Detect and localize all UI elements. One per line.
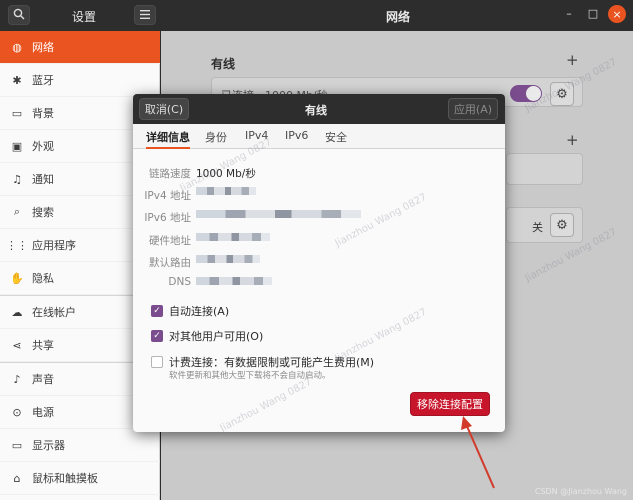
- tab-ipv4[interactable]: IPv4: [245, 129, 268, 149]
- auto-connect-checkbox[interactable]: ✓ 自动连接(A): [151, 303, 229, 319]
- mouse-icon: ⌂: [13, 471, 21, 485]
- title-bar: 设置 网络 – □ ×: [0, 0, 633, 31]
- dns-label: DNS: [168, 276, 191, 288]
- add-vpn-plus-icon[interactable]: +: [566, 131, 579, 149]
- checkbox-label: 对其他用户可用(O): [169, 330, 264, 343]
- music-note-icon: ♪: [13, 372, 21, 386]
- dialog-header: 取消(C) 有线 应用(A): [133, 94, 505, 124]
- sidebar-item-label: 应用程序: [32, 239, 76, 252]
- sidebar-item-label: 在线帐户: [32, 306, 76, 319]
- proxy-status: 关: [532, 221, 543, 234]
- minimize-button[interactable]: –: [562, 7, 576, 20]
- display-icon: ▭: [11, 438, 23, 452]
- tab-ipv6[interactable]: IPv6: [285, 129, 308, 149]
- wired-section-title: 有线: [211, 57, 236, 71]
- sidebar-item-label: 通知: [32, 173, 54, 186]
- proxy-settings-button[interactable]: ⚙: [550, 213, 574, 237]
- cancel-button[interactable]: 取消(C): [139, 98, 189, 120]
- menu-button[interactable]: [134, 5, 156, 25]
- tab-security[interactable]: 安全: [325, 129, 347, 149]
- toggle-knob: [526, 86, 541, 101]
- bell-icon: ♫: [12, 172, 22, 186]
- link-speed-value: 1000 Mb/秒: [196, 168, 256, 180]
- hardware-address-redacted: [196, 233, 270, 241]
- hamburger-menu-icon: [140, 9, 150, 22]
- hand-icon: ✋: [10, 271, 24, 285]
- network-icon: ◍: [12, 40, 22, 54]
- sidebar-item-label: 鼠标和触摸板: [32, 472, 98, 485]
- sidebar-item-mouse-touchpad[interactable]: ⌂ 鼠标和触摸板: [0, 462, 160, 495]
- dialog-title: 有线: [305, 104, 327, 117]
- ipv4-label: IPv4 地址: [144, 190, 191, 202]
- source-credit: CSDN @Jianzhou Wang: [534, 487, 627, 496]
- wired-settings-button[interactable]: ⚙: [550, 82, 574, 106]
- sidebar-item-label: 显示器: [32, 439, 65, 452]
- hardware-address-label: 硬件地址: [149, 235, 191, 247]
- close-button[interactable]: ×: [608, 5, 626, 23]
- dialog-tabs: 详细信息 身份 IPv4 IPv6 安全: [133, 124, 505, 149]
- gear-icon: ⚙: [556, 86, 568, 102]
- appearance-icon: ▣: [11, 139, 23, 153]
- sidebar-item-bluetooth[interactable]: ✱ 蓝牙: [0, 64, 160, 97]
- search-icon: ⌕: [13, 205, 21, 218]
- sidebar-item-network[interactable]: ◍ 网络: [0, 31, 160, 64]
- checkmark-icon: ✓: [151, 305, 163, 317]
- ipv6-value-redacted: [196, 210, 361, 218]
- checkbox-label: 计费连接：有数据限制或可能产生费用(M): [169, 356, 375, 369]
- sidebar-item-displays[interactable]: ▭ 显示器: [0, 429, 160, 462]
- sidebar-item-label: 隐私: [32, 272, 54, 285]
- gear-icon: ⚙: [556, 217, 568, 233]
- remove-connection-profile-button[interactable]: 移除连接配置: [410, 392, 490, 416]
- wired-settings-dialog: 取消(C) 有线 应用(A) 详细信息 身份 IPv4 IPv6 安全 链路速度…: [133, 94, 505, 432]
- share-icon: ⋖: [12, 338, 22, 352]
- vpn-panel: [506, 153, 583, 185]
- maximize-button[interactable]: □: [586, 7, 600, 20]
- checkbox-label: 自动连接(A): [169, 305, 230, 318]
- metered-connection-checkbox[interactable]: 计费连接：有数据限制或可能产生费用(M): [151, 354, 374, 370]
- ipv4-value-redacted: [196, 187, 256, 195]
- cloud-icon: ☁: [11, 305, 23, 319]
- power-icon: ⊙: [12, 405, 22, 419]
- apply-button[interactable]: 应用(A): [448, 98, 498, 120]
- apps-grid-icon: ⋮⋮: [6, 238, 28, 252]
- wired-toggle[interactable]: [510, 85, 542, 102]
- checkmark-icon: ✓: [151, 330, 163, 342]
- ipv6-label: IPv6 地址: [144, 212, 191, 224]
- sidebar-item-label: 网络: [32, 41, 54, 54]
- window-title: 网络: [386, 10, 411, 24]
- sidebar-item-label: 蓝牙: [32, 74, 54, 87]
- metered-description: 软件更新和其他大型下载将不会自动启动。: [169, 371, 331, 381]
- bluetooth-icon: ✱: [12, 73, 22, 87]
- default-route-redacted: [196, 255, 260, 263]
- sidebar-item-label: 搜索: [32, 206, 54, 219]
- sidebar-item-label: 电源: [32, 406, 54, 419]
- search-button[interactable]: [8, 5, 30, 25]
- available-to-all-users-checkbox[interactable]: ✓ 对其他用户可用(O): [151, 328, 263, 344]
- default-route-label: 默认路由: [149, 257, 191, 269]
- background-icon: ▭: [11, 106, 23, 120]
- search-icon: [13, 8, 25, 23]
- tab-details[interactable]: 详细信息: [146, 129, 190, 149]
- settings-title: 设置: [72, 10, 97, 24]
- tab-identity[interactable]: 身份: [205, 129, 227, 149]
- sidebar-item-label: 外观: [32, 140, 54, 153]
- sidebar-item-label: 声音: [32, 373, 54, 386]
- add-wired-plus-icon[interactable]: +: [566, 51, 579, 69]
- sidebar-item-label: 背景: [32, 107, 54, 120]
- dns-value-redacted: [196, 277, 272, 285]
- checkbox-box: [151, 356, 163, 368]
- link-speed-label: 链路速度: [149, 168, 191, 180]
- sidebar-item-label: 共享: [32, 339, 54, 352]
